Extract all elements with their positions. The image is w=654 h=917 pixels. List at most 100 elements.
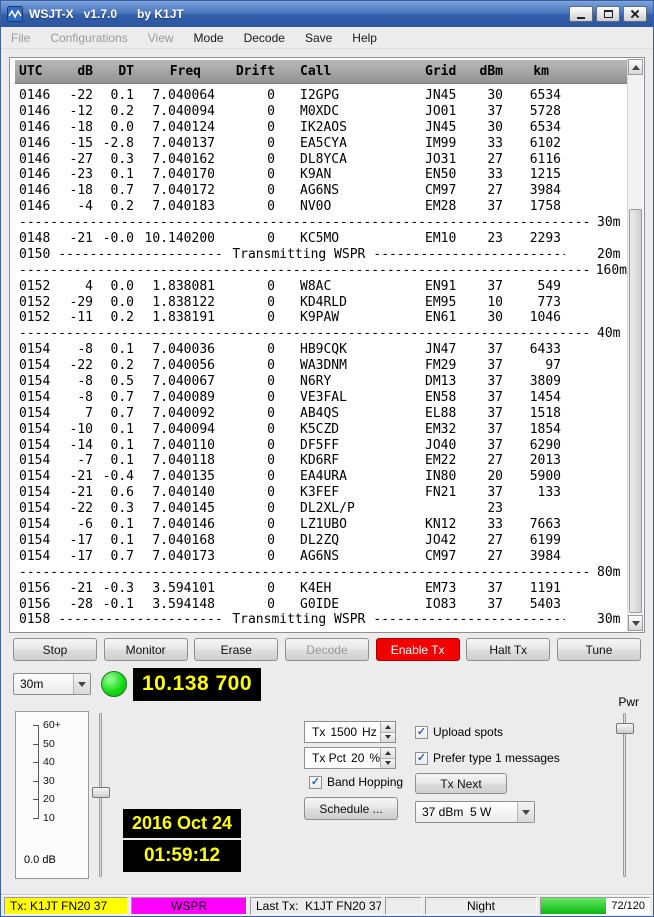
decode-row: 0152-110.21.8381910K9PAWEN61301046 bbox=[15, 310, 627, 326]
date-display: 2016 Oct 24 bbox=[123, 809, 241, 838]
tx-pct-spin-buttons[interactable] bbox=[380, 748, 395, 768]
decode-row: 0146-220.17.0400640I2GPGJN45306534 bbox=[15, 88, 627, 104]
menu-item-mode[interactable]: Mode bbox=[188, 28, 230, 48]
meter-scale-label: 40 bbox=[43, 757, 55, 768]
decode-row: 0156-28-0.13.5941480G0IDEIO83375403 bbox=[15, 597, 627, 613]
menu-item-configurations[interactable]: Configurations bbox=[44, 28, 133, 48]
decode-row: 0154-220.27.0400560WA3DNMFM293797 bbox=[15, 358, 627, 374]
decode-row: 0146-120.27.0400940M0XDCJO01375728 bbox=[15, 104, 627, 120]
maximize-icon bbox=[604, 10, 613, 18]
decode-row: 015470.77.0400920AB4QSEL88371518 bbox=[15, 406, 627, 422]
chevron-down-icon bbox=[517, 802, 534, 822]
progress-text: 72/120 bbox=[611, 900, 645, 912]
signal-meter: 60+5040302010 0.0 dB bbox=[15, 711, 89, 879]
decode-row: 0146-270.37.0401620DL8YCAJO31276116 bbox=[15, 152, 627, 168]
decode-button[interactable]: Decode bbox=[285, 638, 369, 661]
band-separator-row: ----------------------------------------… bbox=[15, 565, 627, 581]
menu-item-help[interactable]: Help bbox=[346, 28, 383, 48]
decode-row: 0154-80.17.0400360HB9CQKJN47376433 bbox=[15, 342, 627, 358]
minimize-icon bbox=[577, 17, 585, 19]
meter-scale-label: 30 bbox=[43, 776, 55, 787]
header-grid: Grid bbox=[421, 60, 466, 84]
gain-slider[interactable] bbox=[91, 711, 111, 879]
scroll-up-button[interactable] bbox=[628, 59, 643, 75]
lower-controls: Pwr 60+5040302010 0.0 dB 2016 Oct 24 01:… bbox=[1, 701, 653, 895]
stop-button[interactable]: Stop bbox=[13, 638, 97, 661]
halt-tx-button[interactable]: Halt Tx bbox=[466, 638, 550, 661]
decode-row: 0154-21-0.47.0401350EA4URAIN80205900 bbox=[15, 469, 627, 485]
meter-scale-label: 50 bbox=[43, 739, 55, 750]
power-slider[interactable] bbox=[615, 711, 635, 879]
spin-up-icon[interactable] bbox=[381, 722, 395, 733]
header-drift: Drift bbox=[215, 60, 275, 84]
decode-row: 0152-290.01.8381220KD4RLDEM9510773 bbox=[15, 295, 627, 311]
title-bar: WSJT-X v1.7.0 by K1JT bbox=[1, 1, 653, 27]
header-dbm: dBm bbox=[466, 60, 503, 84]
meter-tick bbox=[33, 725, 39, 726]
tx-freq-value: Tx 1500 Hz bbox=[305, 725, 380, 739]
minimize-button[interactable] bbox=[569, 6, 593, 22]
decode-row: 0148-21-0.010.1402000KC5MOEM10232293 bbox=[15, 231, 627, 247]
spin-up-icon[interactable] bbox=[381, 748, 395, 759]
close-button[interactable] bbox=[623, 6, 647, 22]
band-hopping-checkbox[interactable]: ✓ Band Hopping bbox=[309, 775, 403, 789]
decode-window[interactable]: UTC dB DT Freq Drift Call Grid dBm km 01… bbox=[9, 57, 645, 633]
decode-row: 0146-40.27.0401830NV0OEM28371758 bbox=[15, 199, 627, 215]
meter-tick bbox=[33, 818, 39, 819]
scroll-thumb[interactable] bbox=[629, 209, 642, 613]
monitor-button[interactable]: Monitor bbox=[104, 638, 188, 661]
band-row: 30m 10.138 700 bbox=[1, 661, 653, 701]
menu-item-file[interactable]: File bbox=[5, 28, 36, 48]
decode-row: 015240.01.8380810W8ACEN9137549 bbox=[15, 279, 627, 295]
header-freq: Freq bbox=[134, 60, 215, 84]
band-hopping-label: Band Hopping bbox=[327, 775, 403, 789]
tx-pct-suffix: % bbox=[369, 751, 380, 765]
slider-thumb[interactable] bbox=[92, 787, 110, 798]
menu-item-decode[interactable]: Decode bbox=[238, 28, 291, 48]
spin-down-icon[interactable] bbox=[381, 733, 395, 743]
decode-rows: 0146-220.17.0400640I2GPGJN453065340146-1… bbox=[15, 88, 627, 628]
period-status: Night bbox=[425, 897, 537, 915]
meter-scale-label: 10 bbox=[43, 813, 55, 824]
slider-thumb[interactable] bbox=[616, 723, 634, 734]
schedule-button[interactable]: Schedule ... bbox=[304, 797, 398, 820]
band-select[interactable]: 30m bbox=[13, 673, 91, 695]
upload-spots-checkbox[interactable]: ✓ Upload spots bbox=[415, 725, 503, 739]
tx-pct-spinbox[interactable]: Tx Pct20% bbox=[304, 747, 396, 769]
tx-freq-prefix: Tx bbox=[312, 725, 325, 739]
tx-freq-number: 1500 bbox=[330, 725, 357, 739]
tx-next-button[interactable]: Tx Next bbox=[415, 773, 507, 794]
tx-freq-suffix: Hz bbox=[362, 725, 377, 739]
tune-button[interactable]: Tune bbox=[557, 638, 641, 661]
tx-freq-spin-buttons[interactable] bbox=[380, 722, 395, 742]
control-button-row: Stop Monitor Erase Decode Enable Tx Halt… bbox=[1, 633, 653, 661]
pwr-label: Pwr bbox=[618, 695, 639, 709]
decode-row: 0146-180.07.0401240IK2AOSJN45306534 bbox=[15, 120, 627, 136]
decode-row: 0154-140.17.0401100DF5FFJO40376290 bbox=[15, 438, 627, 454]
menu-bar: File Configurations View Mode Decode Sav… bbox=[1, 27, 653, 49]
decode-row: 0154-170.77.0401730AG6NSCM97273984 bbox=[15, 549, 627, 565]
decode-row: 0154-60.17.0401460LZ1UBOKN12337663 bbox=[15, 517, 627, 533]
menu-item-save[interactable]: Save bbox=[299, 28, 338, 48]
upload-spots-label: Upload spots bbox=[433, 725, 503, 739]
scroll-down-button[interactable] bbox=[628, 615, 643, 631]
tx-progress-bar: 72/120 bbox=[540, 897, 650, 915]
erase-button[interactable]: Erase bbox=[194, 638, 278, 661]
progress-fill bbox=[541, 898, 606, 914]
arrow-up-icon bbox=[632, 65, 640, 70]
prefer-type1-checkbox[interactable]: ✓ Prefer type 1 messages bbox=[415, 751, 560, 765]
enable-tx-button[interactable]: Enable Tx bbox=[376, 638, 460, 661]
decode-scrollbar[interactable] bbox=[627, 59, 643, 631]
tx-freq-spinbox[interactable]: Tx 1500 Hz bbox=[304, 721, 396, 743]
window-title: WSJT-X v1.7.0 by K1JT bbox=[29, 7, 569, 21]
status-bar: Tx: K1JT FN20 37 WSPR Last Tx: K1JT FN20… bbox=[1, 895, 653, 916]
decode-row: 0146-180.77.0401720AG6NSCM97273984 bbox=[15, 183, 627, 199]
meter-tick bbox=[33, 762, 39, 763]
checkbox-check-icon: ✓ bbox=[415, 726, 428, 739]
maximize-button[interactable] bbox=[596, 6, 620, 22]
tx-pct-prefix: Tx Pct bbox=[312, 751, 346, 765]
decode-row: 0154-210.67.0401400K3FEFFN2137133 bbox=[15, 485, 627, 501]
spin-down-icon[interactable] bbox=[381, 759, 395, 769]
menu-item-view[interactable]: View bbox=[142, 28, 180, 48]
power-select[interactable]: 37 dBm 5 W bbox=[415, 801, 535, 823]
